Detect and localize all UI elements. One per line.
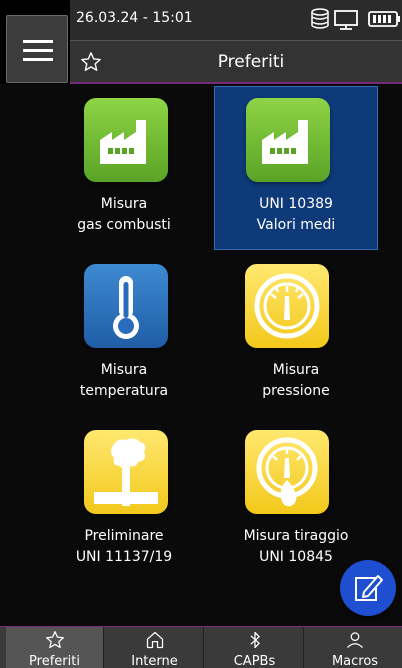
- home-icon: [146, 631, 163, 649]
- tile-label: UNI 10389 Valori medi: [215, 194, 377, 236]
- tile-misura-pressione[interactable]: Misura pressione: [214, 254, 378, 418]
- nav-label: Preferiti: [29, 654, 80, 668]
- edit-button[interactable]: [340, 560, 396, 616]
- tile-label-line1: Misura: [100, 196, 148, 212]
- battery-icon: [368, 11, 400, 27]
- nav-label: Interne: [131, 654, 178, 668]
- edit-icon: [355, 575, 383, 601]
- monitor-icon: [334, 10, 358, 30]
- user-icon: [347, 632, 363, 648]
- tile-label: Misura temperatura: [42, 360, 206, 402]
- tile-label-line2: temperatura: [79, 383, 169, 399]
- tile-uni-10389-valori-medi[interactable]: UNI 10389 Valori medi: [214, 86, 378, 250]
- hamburger-icon: [23, 40, 53, 43]
- tile-label-line1: Misura tiraggio: [243, 528, 349, 544]
- draft-gauge-icon: [245, 430, 329, 514]
- hamburger-icon-line: [23, 58, 53, 61]
- bottom-nav: Preferiti Interne CAPBs Macros: [0, 626, 402, 668]
- tile-misura-gas-combusti[interactable]: Misura gas combusti: [42, 88, 206, 252]
- tile-misura-temperatura[interactable]: Misura temperatura: [42, 254, 206, 418]
- app-screen: 26.03.24 - 15:01 Preferiti Misura gas co…: [0, 0, 402, 668]
- tile-label-line1: Misura: [272, 362, 320, 378]
- tile-label-line1: UNI 10389: [259, 196, 333, 212]
- star-icon: [45, 631, 64, 649]
- pipe-smoke-icon: [84, 430, 168, 514]
- tile-label: Misura gas combusti: [42, 194, 206, 236]
- tile-label-line2: UNI 11137/19: [75, 549, 173, 565]
- tile-label-line1: Misura: [100, 362, 148, 378]
- hamburger-icon-line: [23, 49, 53, 52]
- bluetooth-icon: [249, 631, 260, 649]
- tile-label-line2: gas combusti: [77, 217, 171, 233]
- tile-label: Preliminare UNI 11137/19: [42, 526, 206, 568]
- tile-label-line2: Valori medi: [256, 217, 336, 233]
- database-icon: [311, 8, 329, 29]
- title-bar: Preferiti: [70, 40, 402, 84]
- page-title: Preferiti: [217, 52, 285, 72]
- tile-label: Misura pressione: [214, 360, 378, 402]
- nav-capbs[interactable]: CAPBs: [206, 627, 304, 668]
- header: 26.03.24 - 15:01 Preferiti: [0, 0, 402, 84]
- gauge-icon: [245, 264, 329, 348]
- factory-icon: [246, 98, 330, 182]
- tile-label-line1: Preliminare: [84, 528, 164, 544]
- factory-icon: [84, 98, 168, 182]
- menu-button[interactable]: [6, 15, 68, 83]
- datetime: 26.03.24 - 15:01: [76, 10, 193, 26]
- tile-label-line2: pressione: [262, 383, 330, 399]
- nav-macros[interactable]: Macros: [306, 627, 402, 668]
- nav-preferiti[interactable]: Preferiti: [6, 627, 104, 668]
- thermometer-icon: [84, 264, 168, 348]
- nav-label: Macros: [331, 654, 379, 668]
- status-bar: 26.03.24 - 15:01: [70, 0, 402, 40]
- nav-label: CAPBs: [233, 654, 276, 668]
- nav-interne[interactable]: Interne: [106, 627, 204, 668]
- tile-preliminare-uni-11137-19[interactable]: Preliminare UNI 11137/19: [42, 420, 206, 584]
